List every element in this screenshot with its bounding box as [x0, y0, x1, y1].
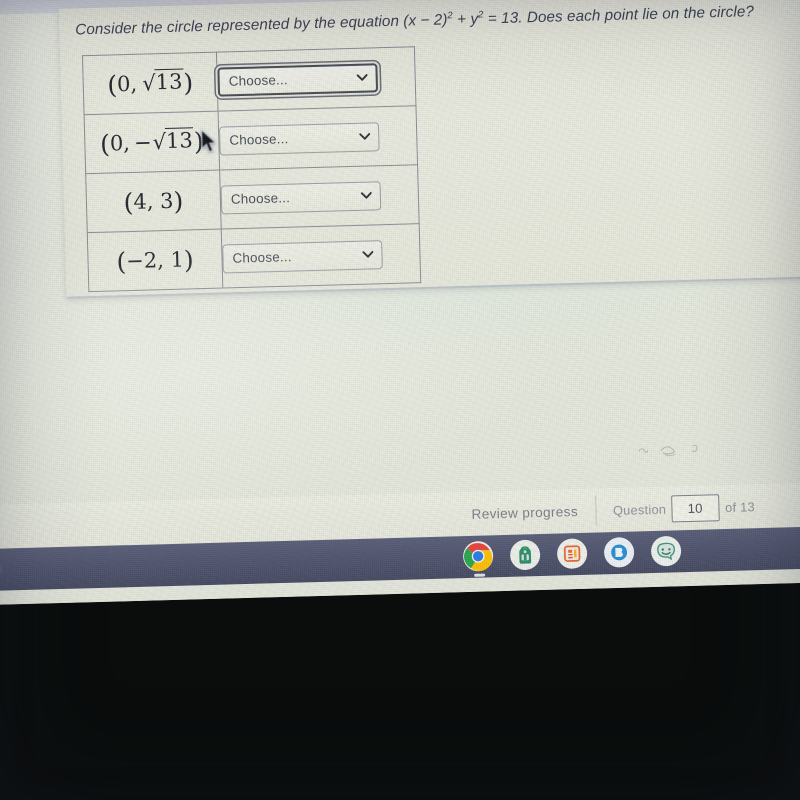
dropdown-value-3: Choose... — [230, 190, 291, 207]
chrome-icon[interactable] — [462, 540, 494, 572]
question-text-end: = 13. Does each point lie on the circle? — [483, 3, 755, 28]
dropdown-cell-2: Choose... — [218, 105, 418, 171]
table-row: (−2, 1) Choose... — [87, 223, 421, 292]
question-label: Question — [612, 501, 667, 518]
point-expression-4: (−2, 1) — [116, 244, 195, 276]
question-minus-two: − 2) — [415, 11, 448, 30]
choose-dropdown-4[interactable]: Choose... — [222, 239, 383, 274]
point-cell-4: (−2, 1) — [87, 229, 223, 292]
dropdown-cell-3: Choose... — [219, 164, 420, 230]
dropdown-cell-1: Choose... — [216, 46, 416, 112]
chrome-active-indicator — [474, 573, 486, 577]
question-total-label: of 13 — [724, 498, 756, 515]
point-cell-2: (0, −√13) — [84, 111, 220, 174]
point-expression-2: (0, −√13) — [99, 126, 204, 159]
points-table: (0, √13) Choose... (0, −√13) Choose... (… — [82, 46, 421, 292]
chevron-down-icon — [356, 74, 368, 81]
point-cell-1: (0, √13) — [82, 52, 219, 115]
question-navigator: Question 10 of 13 — [596, 493, 756, 524]
chevron-down-icon — [362, 251, 374, 258]
point-expression-3: (4, 3) — [123, 186, 184, 217]
table-row: (0, −√13) Choose... — [84, 105, 418, 174]
dropdown-value-4: Choose... — [232, 249, 292, 266]
smiley-icon[interactable] — [650, 535, 682, 567]
table-row: (0, √13) Choose... — [82, 46, 416, 115]
question-number-input[interactable]: 10 — [670, 493, 720, 522]
question-plus: + — [452, 10, 471, 29]
choose-dropdown-3[interactable]: Choose... — [220, 180, 382, 215]
dropdown-value-2: Choose... — [229, 131, 289, 148]
review-progress-link[interactable]: Review progress — [471, 503, 595, 522]
table-row: (4, 3) Choose... — [85, 164, 420, 233]
chevron-down-icon — [359, 133, 371, 140]
question-prompt: Consider the circle represented by the e… — [75, 0, 800, 38]
choose-dropdown-2[interactable]: Choose... — [218, 121, 380, 156]
launcher-button[interactable] — [0, 560, 3, 580]
question-number-value: 10 — [687, 500, 703, 516]
question-card: Consider the circle represented by the e… — [58, 0, 800, 297]
choose-dropdown-1[interactable]: Choose... — [217, 62, 379, 97]
point-cell-3: (4, 3) — [85, 170, 222, 233]
document-icon[interactable] — [556, 538, 588, 570]
backpack-icon[interactable] — [509, 539, 541, 571]
blue-circle-app-icon[interactable] — [603, 536, 635, 568]
chevron-down-icon — [360, 192, 372, 199]
question-text-part1: Consider the circle represented by the e… — [75, 12, 409, 39]
dropdown-value-1: Choose... — [228, 72, 289, 89]
point-expression-1: (0, √13) — [106, 67, 194, 100]
screen-photo: Consider the circle represented by the e… — [0, 0, 800, 800]
dropdown-cell-4: Choose... — [221, 223, 421, 289]
chromebook-screen: Consider the circle represented by the e… — [0, 0, 800, 606]
